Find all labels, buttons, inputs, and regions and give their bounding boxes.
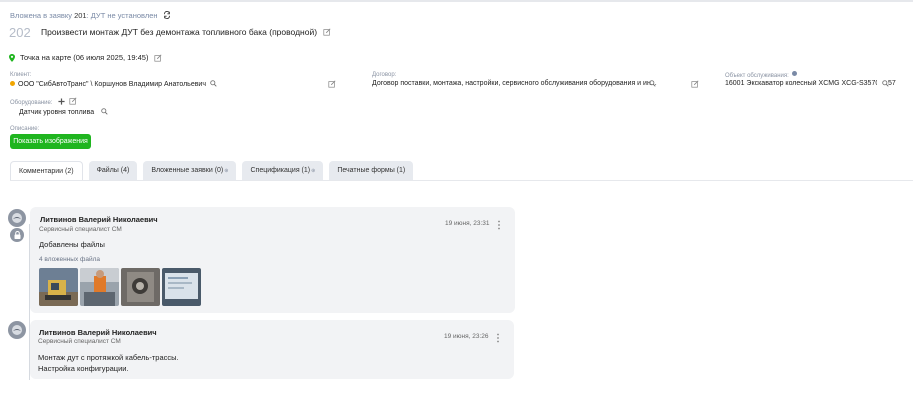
edit-client-icon[interactable] (328, 80, 336, 88)
request-title: Произвести монтаж ДУТ без демонтажа топл… (41, 27, 318, 37)
tab-print-forms[interactable]: Печатные формы (1) (329, 161, 414, 180)
attached-files-label: 4 вложенных файла (39, 256, 101, 263)
info-icon[interactable] (792, 71, 798, 76)
equipment-search-icon[interactable] (101, 108, 108, 115)
map-point-label[interactable]: Точка на карте (06 июля 2025, 19:45) (20, 53, 148, 62)
description-label: Описание: (10, 126, 40, 132)
contract-label: Договор: (372, 72, 397, 78)
comment-text-line-1: Монтаж дут с протяжкой кабель-трассы. (38, 353, 179, 362)
top-border (0, 0, 913, 2)
comment-time: 19 июня, 23:26 (444, 333, 489, 340)
edit-map-point-icon[interactable] (154, 53, 162, 62)
info-icon: ⊕ (311, 167, 316, 174)
comment-author: Литвинов Валерий Николаевич (39, 328, 157, 337)
comment-card: Литвинов Валерий Николаевич Сервисный сп… (30, 320, 514, 379)
map-pin-icon[interactable] (9, 53, 15, 62)
service-object-value[interactable]: 16001 Экскаватор колесный XCMG XCG-S3570… (725, 80, 877, 87)
client-field: ООО "СибАвтоТранс" \ Коршунов Владимир А… (10, 80, 217, 88)
client-value[interactable]: ООО "СибАвтоТранс" \ Коршунов Владимир А… (18, 81, 206, 88)
tab-specification[interactable]: Спецификация (1) ⊕ (242, 161, 324, 180)
thumbnail-excavator[interactable] (39, 268, 78, 306)
service-object-label: Объект обслуживания: (725, 73, 789, 79)
show-images-button[interactable]: Показать изображения (10, 134, 91, 149)
tab-nested-requests[interactable]: Вложенные заявки (0) ⊕ (143, 161, 237, 180)
equipment-value[interactable]: Датчик уровня топлива (19, 109, 94, 116)
comment-text: Добавлены файлы (39, 240, 105, 249)
tab-files-label: Файлы (4) (96, 167, 130, 174)
thumbnail-screen[interactable] (162, 268, 201, 306)
more-menu-icon[interactable] (496, 330, 500, 348)
tabs-divider (10, 180, 913, 181)
tab-specification-label: Спецификация (1) (250, 167, 311, 174)
edit-equipment-icon[interactable] (69, 97, 77, 105)
add-icon[interactable] (58, 98, 65, 107)
lock-icon (10, 228, 24, 242)
tabs-bar: Комментарии (2) Файлы (4) Вложенные заяв… (10, 161, 414, 181)
contract-field: Договор поставки, монтажа, настройки, се… (372, 80, 657, 87)
avatar (8, 209, 26, 227)
thumbnail-device[interactable] (121, 268, 160, 306)
request-title-row: Произвести монтаж ДУТ без демонтажа топл… (41, 27, 331, 37)
sync-icon[interactable] (163, 10, 171, 21)
breadcrumb-prefix[interactable]: Вложена в заявку (10, 11, 72, 20)
equipment-label: Оборудование: (10, 100, 53, 106)
edit-contract-icon[interactable] (691, 80, 699, 88)
tab-comments[interactable]: Комментарии (2) (10, 161, 83, 181)
edit-title-icon[interactable] (323, 28, 331, 36)
more-menu-icon[interactable] (497, 217, 501, 235)
request-number: 202 (9, 25, 31, 40)
comment-author: Литвинов Валерий Николаевич (40, 215, 158, 224)
equipment-field: Датчик уровня топлива (19, 108, 108, 116)
service-object-tail: 57 (888, 80, 896, 87)
client-label: Клиент: (10, 72, 32, 78)
thumbnail-worker[interactable] (80, 268, 119, 306)
comment-text-line-2: Настройка конфигурации. (38, 364, 129, 373)
tab-nested-requests-label: Вложенные заявки (0) (151, 167, 224, 174)
comment-card: Литвинов Валерий Николаевич Сервисный сп… (30, 207, 515, 313)
thumbnails-row (39, 268, 201, 306)
comment-role: Сервисный специалист СМ (39, 226, 122, 233)
avatar (8, 321, 26, 339)
tab-files[interactable]: Файлы (4) (88, 161, 138, 180)
comment-role: Сервисный специалист СМ (38, 338, 121, 345)
contract-search-icon[interactable] (649, 80, 656, 87)
breadcrumb-sensor-status: : ДУТ не установлен (86, 11, 158, 20)
tab-print-forms-label: Печатные формы (1) (337, 167, 406, 174)
breadcrumb-parent-number[interactable]: 201 (74, 11, 87, 20)
tab-comments-label: Комментарии (2) (19, 168, 74, 175)
info-icon: ⊕ (224, 167, 229, 174)
equipment-label-row: Оборудование: (10, 97, 77, 107)
client-status-dot (10, 81, 15, 86)
breadcrumb: Вложена в заявку 201: ДУТ не установлен (10, 10, 171, 21)
map-point-row: Точка на карте (06 июля 2025, 19:45) (9, 53, 162, 62)
contract-value[interactable]: Договор поставки, монтажа, настройки, се… (372, 80, 657, 87)
comment-time: 19 июня, 23:31 (445, 220, 490, 227)
client-search-icon[interactable] (210, 80, 217, 87)
service-object-label-row: Объект обслуживания: (725, 71, 798, 79)
